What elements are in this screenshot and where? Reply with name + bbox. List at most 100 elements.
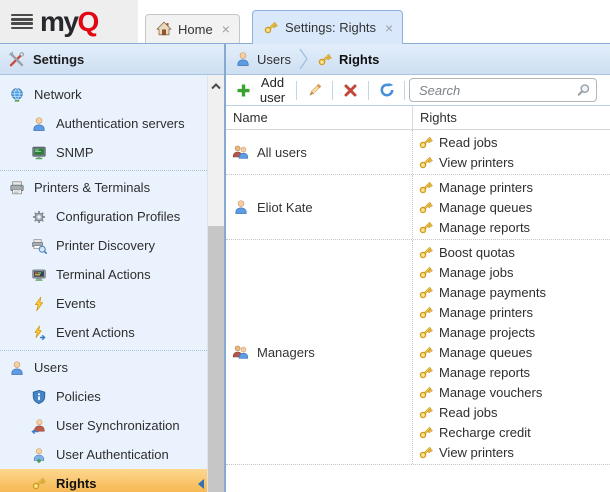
right-label: Manage queues <box>439 200 532 215</box>
right-label: View printers <box>439 155 514 170</box>
key-icon <box>417 134 434 151</box>
sidebar-scrollbar[interactable] <box>207 75 224 492</box>
settings-nav: NetworkAuthentication servers SNMP Printer… <box>0 75 207 492</box>
chevron-up-icon <box>210 78 222 93</box>
add-user-button[interactable]: Add user <box>230 73 292 107</box>
sidebar-item-printers-terminals[interactable]: Printers & Terminals <box>0 173 207 202</box>
search-icon[interactable] <box>575 82 592 99</box>
column-header-name[interactable]: Name <box>226 106 413 129</box>
right-entry: Manage printers <box>413 302 610 322</box>
myq-logo[interactable]: myQ <box>40 0 98 43</box>
key-icon <box>417 384 434 401</box>
add-user-label: Add user <box>258 75 287 105</box>
right-entry: Manage projects <box>413 322 610 342</box>
sidebar-item-terminal-actions[interactable]: Terminal Actions <box>0 260 207 289</box>
table-row-managers[interactable]: ManagersBoost quotasManage jobsManage pa… <box>226 240 610 465</box>
sidebar-item-users[interactable]: Users <box>0 353 207 382</box>
right-label: Manage projects <box>439 325 535 340</box>
sidebar-item-authentication-servers[interactable]: Authentication servers <box>0 109 207 138</box>
sidebar-item-label: User Synchronization <box>56 418 180 433</box>
breadcrumb-users[interactable]: Users <box>257 52 291 67</box>
name-cell: Managers <box>226 240 413 464</box>
logo-text: my <box>40 6 77 37</box>
sidebar-item-label: Event Actions <box>56 325 135 340</box>
pencil-icon <box>306 82 323 99</box>
right-label: Manage reports <box>439 365 530 380</box>
close-icon[interactable]: × <box>385 21 393 35</box>
right-entry: View printers <box>413 442 610 462</box>
right-label: Recharge credit <box>439 425 531 440</box>
key-icon <box>316 51 333 68</box>
group-icon <box>232 344 249 361</box>
sidebar-group-printers-terminals: Printers & Terminals Configuration Profil… <box>0 170 207 347</box>
delete-button[interactable] <box>337 80 364 101</box>
right-entry: Manage jobs <box>413 262 610 282</box>
scrollbar-thumb[interactable] <box>208 226 224 492</box>
right-entry: Manage reports <box>413 217 610 237</box>
table-row-eliot-kate[interactable]: Eliot KateManage printersManage queuesMa… <box>226 175 610 240</box>
breadcrumb-chevron-icon <box>299 47 308 71</box>
edit-button[interactable] <box>301 80 328 101</box>
key-icon <box>417 404 434 421</box>
key-icon <box>417 154 434 171</box>
gear-icon <box>30 208 47 225</box>
sidebar-item-configuration-profiles[interactable]: Configuration Profiles <box>0 202 207 231</box>
key-icon <box>262 19 279 36</box>
sidebar-group-network: NetworkAuthentication servers SNMP <box>0 80 207 167</box>
sidebar-item-rights[interactable]: Rights <box>0 469 207 492</box>
monitor-icon <box>30 144 47 161</box>
table-row-all-users[interactable]: All usersRead jobsView printers <box>226 130 610 175</box>
scroll-up-button[interactable] <box>208 75 224 96</box>
globe-icon <box>8 86 25 103</box>
rights-cell: Manage printersManage queuesManage repor… <box>413 175 610 239</box>
key-icon <box>417 244 434 261</box>
tab-settings-rights[interactable]: Settings: Rights × <box>252 10 403 44</box>
sidebar-item-snmp[interactable]: SNMP <box>0 138 207 167</box>
sidebar-item-events[interactable]: Events <box>0 289 207 318</box>
user-icon <box>8 359 25 376</box>
search-input[interactable] <box>417 82 575 99</box>
sidebar-group-users: Users Policies User Synchronization User Au… <box>0 350 207 492</box>
sidebar-item-policies[interactable]: Policies <box>0 382 207 411</box>
key-icon <box>417 264 434 281</box>
sidebar-item-user-authentication[interactable]: User Authentication <box>0 440 207 469</box>
sidebar-item-label: Events <box>56 296 96 311</box>
right-entry: Manage queues <box>413 197 610 217</box>
logo-accent: Q <box>77 6 97 37</box>
refresh-button[interactable] <box>373 80 400 101</box>
sidebar-item-network[interactable]: Network <box>0 80 207 109</box>
menu-icon[interactable] <box>11 14 33 29</box>
printer-search-icon <box>30 237 47 254</box>
sidebar-item-label: User Authentication <box>56 447 169 462</box>
right-label: Read jobs <box>439 135 498 150</box>
right-label: Manage payments <box>439 285 546 300</box>
sidebar-item-event-actions[interactable]: Event Actions <box>0 318 207 347</box>
right-entry: Read jobs <box>413 402 610 422</box>
column-header-rights[interactable]: Rights <box>413 106 610 129</box>
tab-home[interactable]: Home × <box>145 14 240 43</box>
delete-x-icon <box>342 82 359 99</box>
right-label: Manage vouchers <box>439 385 542 400</box>
sidebar-item-printer-discovery[interactable]: Printer Discovery <box>0 231 207 260</box>
right-label: Manage printers <box>439 305 533 320</box>
tab-settings-rights-label: Settings: Rights <box>285 20 376 35</box>
right-label: Manage reports <box>439 220 530 235</box>
sidebar-title: Settings <box>33 52 84 67</box>
key-icon <box>417 284 434 301</box>
sidebar-item-label: SNMP <box>56 145 94 160</box>
sidebar-item-label: Printers & Terminals <box>34 180 150 195</box>
toolbar-separator <box>332 81 333 100</box>
shield-icon <box>30 388 47 405</box>
right-entry: Manage vouchers <box>413 382 610 402</box>
home-icon <box>155 21 172 38</box>
sidebar-item-label: Configuration Profiles <box>56 209 180 224</box>
toolbar-separator <box>296 81 297 100</box>
rights-cell: Boost quotasManage jobsManage paymentsMa… <box>413 240 610 464</box>
sidebar-item-user-synchronization[interactable]: User Synchronization <box>0 411 207 440</box>
sidebar-item-label: Policies <box>56 389 101 404</box>
key-icon <box>417 364 434 381</box>
plus-icon <box>235 82 252 99</box>
close-icon[interactable]: × <box>222 22 230 36</box>
lightning-action-icon <box>30 324 47 341</box>
right-entry: Read jobs <box>413 132 610 152</box>
